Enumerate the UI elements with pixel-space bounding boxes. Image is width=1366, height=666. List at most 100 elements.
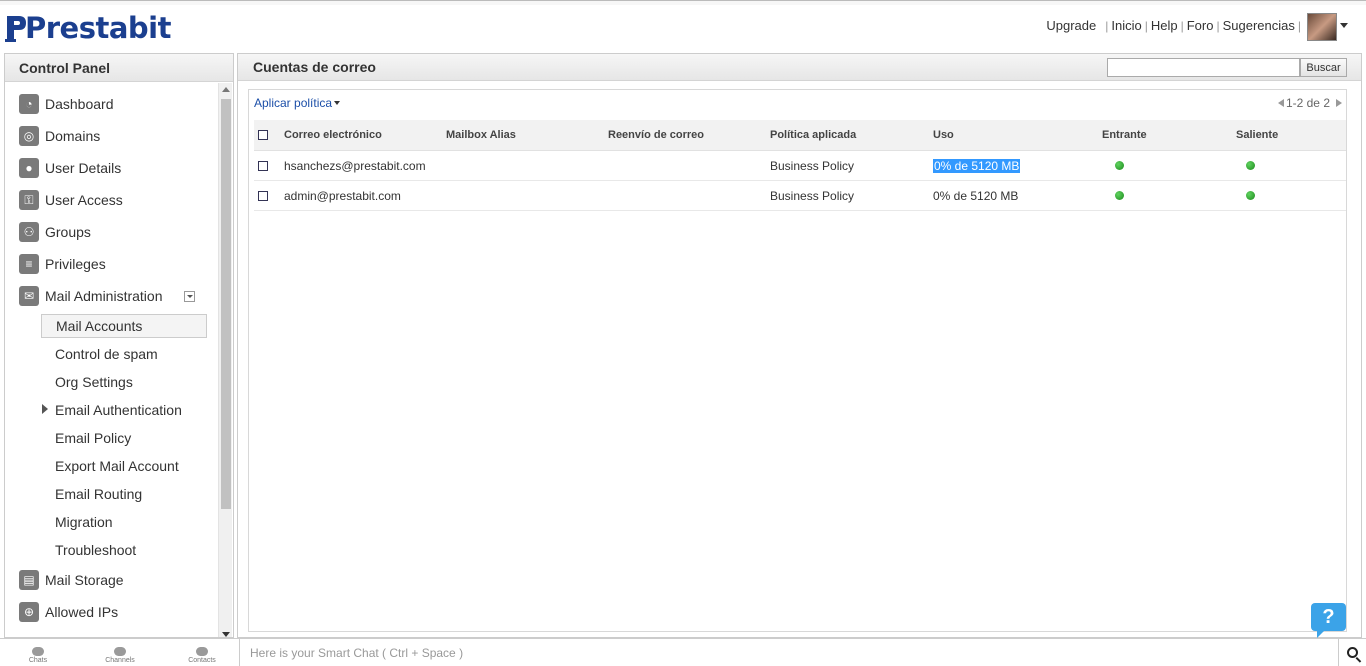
chevron-down-icon xyxy=(334,101,341,105)
sidebar-item-mail-storage[interactable]: ▤ Mail Storage xyxy=(19,568,124,592)
mail-accounts-panel: Cuentas de correo Buscar Aplicar polític… xyxy=(237,53,1362,638)
search-button[interactable]: Buscar xyxy=(1300,58,1347,77)
logo-mark-icon xyxy=(5,16,26,42)
inicio-link[interactable]: Inicio xyxy=(1111,18,1141,33)
user-access-icon: ⚿ xyxy=(19,190,39,210)
sidebar-title: Control Panel xyxy=(5,54,233,82)
sidebar-subitem-export-mail-account[interactable]: Export Mail Account xyxy=(41,454,207,478)
sidebar-item-user-access[interactable]: ⚿ User Access xyxy=(19,188,123,212)
email-cell[interactable]: hsanchezs@prestabit.com xyxy=(284,151,426,180)
channels-tab-label: Channels xyxy=(105,657,135,664)
chats-tab[interactable]: Chats xyxy=(0,639,76,665)
apply-policy-dropdown[interactable]: Aplicar política xyxy=(254,96,341,110)
separator: | xyxy=(1105,18,1109,33)
sugerencias-link[interactable]: Sugerencias xyxy=(1223,18,1295,33)
sidebar-subitem-mail-accounts[interactable]: Mail Accounts xyxy=(41,314,207,338)
table-row[interactable]: hsanchezs@prestabit.com Business Policy … xyxy=(254,151,1346,181)
row-select-cell xyxy=(258,151,268,180)
status-dot-icon xyxy=(1246,191,1255,200)
sidebar-item-label: User Details xyxy=(45,160,122,176)
usage-value-selected: 0% de 5120 MB xyxy=(933,158,1021,173)
chat-search-button[interactable] xyxy=(1338,639,1366,666)
table-row[interactable]: admin@prestabit.com Business Policy 0% d… xyxy=(254,181,1346,211)
sidebar-item-label: Mail Storage xyxy=(45,572,124,588)
contacts-tab[interactable]: Contacts xyxy=(164,639,240,665)
usage-cell: 0% de 5120 MB xyxy=(933,151,1021,180)
smart-chat-bar: Chats Channels Contacts Here is your Sma… xyxy=(0,638,1366,666)
globe-icon: ◎ xyxy=(19,126,39,146)
select-all-checkbox[interactable] xyxy=(258,130,268,140)
sidebar-item-allowed-ips[interactable]: ⊕ Allowed IPs xyxy=(19,600,118,624)
status-dot-icon xyxy=(1246,161,1255,170)
contact-icon xyxy=(196,647,208,656)
select-all-cell xyxy=(258,120,268,150)
sidebar-item-dashboard[interactable]: ◔ Dashboard xyxy=(19,92,114,116)
help-bubble-icon[interactable]: ? xyxy=(1311,603,1346,638)
document-icon: ≡ xyxy=(19,254,39,274)
incoming-status-cell xyxy=(1115,151,1124,180)
col-outgoing[interactable]: Saliente xyxy=(1236,120,1278,150)
sidebar-subitem-email-policy[interactable]: Email Policy xyxy=(41,426,207,450)
sidebar-subitem-migration[interactable]: Migration xyxy=(41,510,207,534)
scroll-down-icon[interactable] xyxy=(222,632,230,637)
prev-page-icon[interactable] xyxy=(1277,99,1284,107)
scroll-up-icon[interactable] xyxy=(222,87,230,92)
sidebar-subitem-email-routing[interactable]: Email Routing xyxy=(41,482,207,506)
pagination: 1-2 de 2 xyxy=(1277,96,1342,110)
separator: | xyxy=(1297,18,1301,33)
sidebar-item-mail-administration[interactable]: ✉ Mail Administration xyxy=(19,284,163,308)
avatar-dropdown-icon[interactable] xyxy=(1340,23,1348,28)
outgoing-status-cell xyxy=(1246,151,1255,180)
sidebar-item-user-details[interactable]: ● User Details xyxy=(19,156,121,180)
chat-bubble-icon xyxy=(32,647,44,656)
scroll-thumb[interactable] xyxy=(221,99,231,509)
col-usage[interactable]: Uso xyxy=(933,120,954,150)
channels-tab[interactable]: Channels xyxy=(82,639,158,665)
pager-range: 1-2 de 2 xyxy=(1285,96,1330,110)
dashboard-icon: ◔ xyxy=(19,94,39,114)
row-checkbox[interactable] xyxy=(258,160,268,171)
search-input[interactable] xyxy=(1107,58,1300,77)
control-panel-sidebar: Control Panel ◔ Dashboard ◎ Domains ● Us… xyxy=(4,53,234,638)
sidebar-subitem-troubleshoot[interactable]: Troubleshoot xyxy=(41,538,207,562)
page-title: Cuentas de correo xyxy=(253,59,376,75)
sidebar-item-label: Domains xyxy=(45,128,101,144)
separator: | xyxy=(1180,18,1184,33)
col-forward[interactable]: Reenvío de correo xyxy=(608,120,704,150)
sidebar-item-domains[interactable]: ◎ Domains xyxy=(19,124,100,148)
storage-icon: ▤ xyxy=(19,570,39,590)
next-page-icon[interactable] xyxy=(1336,99,1342,107)
sidebar-scrollbar[interactable] xyxy=(218,83,232,637)
sidebar-item-label: Dashboard xyxy=(45,96,114,112)
user-avatar[interactable] xyxy=(1307,13,1337,41)
help-link[interactable]: Help xyxy=(1151,18,1178,33)
sidebar-item-label: Mail Administration xyxy=(45,288,163,304)
top-border xyxy=(0,0,1366,5)
brand-logo[interactable]: Prestabit xyxy=(5,10,171,46)
foro-link[interactable]: Foro xyxy=(1187,18,1214,33)
channels-icon xyxy=(114,647,126,656)
col-email[interactable]: Correo electrónico xyxy=(284,120,382,150)
smart-chat-input[interactable]: Here is your Smart Chat ( Ctrl + Space ) xyxy=(250,646,463,660)
sidebar-subitem-org-settings[interactable]: Org Settings xyxy=(41,370,207,394)
status-dot-icon xyxy=(1115,161,1124,170)
email-cell[interactable]: admin@prestabit.com xyxy=(284,181,401,210)
search-icon xyxy=(1347,647,1358,658)
apply-policy-label: Aplicar política xyxy=(254,96,333,110)
sidebar-item-groups[interactable]: ⚇ Groups xyxy=(19,220,91,244)
col-alias[interactable]: Mailbox Alias xyxy=(446,120,516,150)
sidebar-subitem-control-de-spam[interactable]: Control de spam xyxy=(41,342,207,366)
row-checkbox[interactable] xyxy=(258,190,268,201)
sidebar-item-label: Privileges xyxy=(45,256,106,272)
sidebar-item-privileges[interactable]: ≡ Privileges xyxy=(19,252,106,276)
separator: | xyxy=(1144,18,1148,33)
sidebar-subitem-email-authentication[interactable]: Email Authentication xyxy=(41,398,207,422)
ip-icon: ⊕ xyxy=(19,602,39,622)
col-incoming[interactable]: Entrante xyxy=(1102,120,1147,150)
col-policy[interactable]: Política aplicada xyxy=(770,120,856,150)
sidebar-item-label: Groups xyxy=(45,224,91,240)
accounts-content: Aplicar política 1-2 de 2 Correo electró… xyxy=(248,89,1347,632)
upgrade-link[interactable]: Upgrade xyxy=(1046,18,1096,33)
policy-cell: Business Policy xyxy=(770,188,855,203)
collapse-toggle-icon[interactable] xyxy=(184,291,195,302)
